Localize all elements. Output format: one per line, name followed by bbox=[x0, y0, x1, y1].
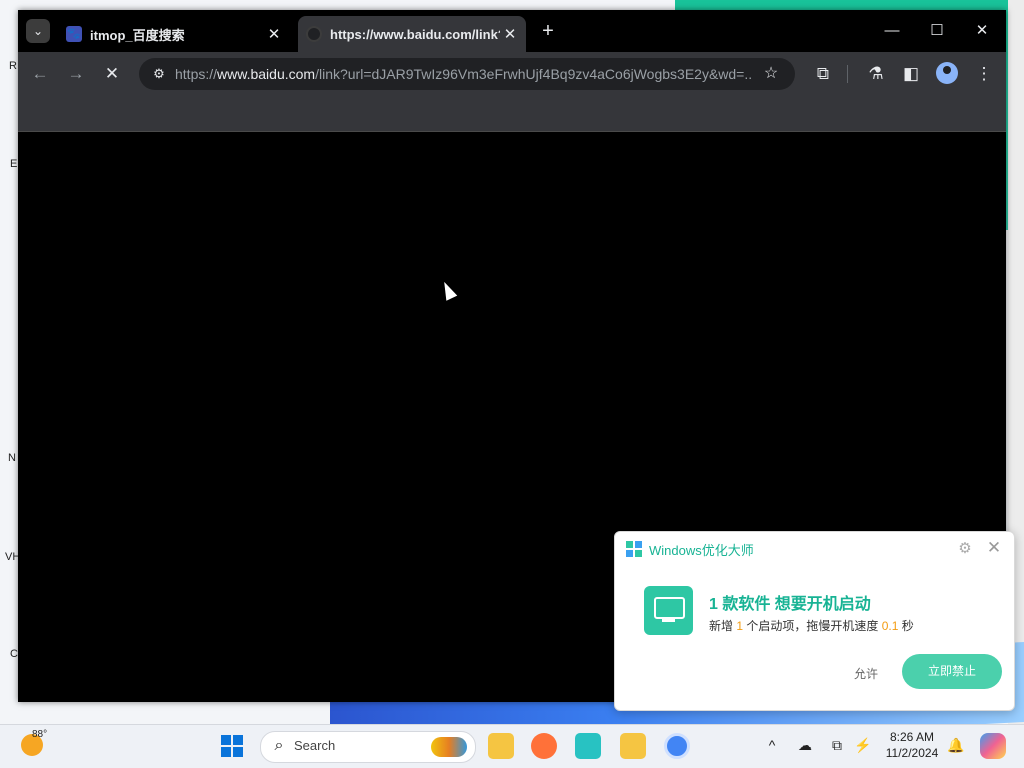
profile-avatar-icon[interactable] bbox=[936, 62, 958, 84]
clock-date: 11/2/2024 bbox=[885, 746, 939, 760]
tab-strip: ⌄ 🐾 itmop_百度搜索 ✕ https://www.baidu.com/l… bbox=[18, 10, 1006, 52]
taskbar-search[interactable]: ⌕ Search bbox=[260, 731, 476, 763]
taskbar: 88° ⌕ Search ^ ☁ ⧉ ⚡ 8:26 AM 11/2/2024 🔔 bbox=[0, 724, 1024, 768]
tab-search-dropdown[interactable]: ⌄ bbox=[26, 19, 50, 43]
tab-close-icon[interactable]: ✕ bbox=[264, 25, 284, 43]
minimize-button[interactable]: — bbox=[872, 18, 912, 44]
popup-description: 新增 1 个启动项，拖慢开机速度 0.1 秒 bbox=[709, 617, 914, 634]
start-button[interactable] bbox=[221, 735, 243, 757]
startup-delay: 0.1 bbox=[881, 619, 899, 633]
desktop-icon-label[interactable]: N bbox=[8, 452, 16, 464]
popup-close-icon[interactable]: ✕ bbox=[984, 538, 1004, 558]
onedrive-offline-icon[interactable]: ☁ bbox=[795, 735, 815, 755]
desc-text: 秒 bbox=[898, 619, 914, 633]
network-icon[interactable]: ⚡ bbox=[853, 735, 873, 755]
back-button[interactable]: ← bbox=[28, 62, 52, 86]
browser-menu-icon[interactable]: ⋮ bbox=[972, 62, 996, 86]
desc-text: 新增 bbox=[709, 619, 737, 633]
browser-toolbar: ← → ✕ ⚙ https://www.baidu.com/link?url=d… bbox=[18, 52, 1006, 96]
toolbar-divider bbox=[847, 65, 848, 83]
clock[interactable]: 8:26 AM 11/2/2024 bbox=[882, 729, 942, 761]
notification-bell-icon[interactable]: 🔔 bbox=[946, 735, 966, 755]
popup-title: Windows优化大师 bbox=[649, 543, 754, 558]
desktop-icon-label[interactable]: C bbox=[10, 648, 18, 660]
site-info-icon[interactable]: ⚙ bbox=[147, 62, 171, 86]
store-bag-icon[interactable] bbox=[575, 733, 601, 759]
maximize-button[interactable]: ☐ bbox=[917, 18, 957, 44]
loading-spinner-icon bbox=[306, 26, 322, 42]
search-label: Search bbox=[294, 738, 336, 753]
forward-button[interactable]: → bbox=[64, 62, 88, 86]
block-now-button[interactable]: 立即禁止 bbox=[902, 654, 1002, 689]
labs-icon[interactable]: ⚗ bbox=[864, 62, 888, 86]
desktop-icon-label[interactable]: R bbox=[9, 60, 17, 72]
tab-title: itmop_百度搜索 bbox=[90, 27, 185, 43]
windows-optimizer-logo-icon bbox=[626, 541, 642, 557]
stop-loading-button[interactable]: ✕ bbox=[100, 62, 124, 86]
startup-notification-popup: Windows优化大师 ⚙ ✕ 1 款软件 想要开机启动 新增 1 个启动项，拖… bbox=[614, 531, 1015, 711]
chrome-icon[interactable] bbox=[664, 733, 690, 759]
tab-close-icon[interactable]: ✕ bbox=[500, 25, 520, 43]
url-path: /link?url=dJAR9TwIz96Vm3eFrwhUjf4Bq9zv4a… bbox=[315, 66, 753, 82]
url-host: www.baidu.com bbox=[217, 66, 316, 82]
desktop-icon-label[interactable]: E bbox=[10, 158, 17, 170]
tab-itmop-search[interactable]: 🐾 itmop_百度搜索 ✕ bbox=[58, 16, 290, 52]
firefox-icon[interactable] bbox=[531, 733, 557, 759]
desc-text: 个启动项，拖慢开机速度 bbox=[743, 619, 882, 633]
tab-baidu-link[interactable]: https://www.baidu.com/link?url=dJAR9 ✕ bbox=[298, 16, 526, 52]
settings-gear-icon[interactable]: ⚙ bbox=[955, 539, 975, 559]
notepad-icon[interactable] bbox=[620, 733, 646, 759]
copilot-icon[interactable] bbox=[980, 733, 1006, 759]
side-panel-icon[interactable]: ◧ bbox=[899, 62, 923, 86]
extensions-icon[interactable]: ⧉ bbox=[811, 62, 835, 86]
display-icon[interactable]: ⧉ bbox=[827, 735, 847, 755]
close-window-button[interactable]: ✕ bbox=[962, 18, 1002, 44]
file-explorer-icon[interactable] bbox=[488, 733, 514, 759]
bookmark-star-icon[interactable]: ☆ bbox=[759, 62, 783, 86]
popup-headline: 1 款软件 想要开机启动 bbox=[709, 596, 871, 613]
new-tab-button[interactable]: + bbox=[536, 20, 560, 44]
search-highlight-icon bbox=[431, 737, 467, 757]
bookmarks-bar bbox=[18, 96, 1006, 132]
search-icon: ⌕ bbox=[274, 737, 284, 754]
tab-title: https://www.baidu.com/link?url=dJAR9 bbox=[330, 26, 500, 42]
address-bar[interactable]: ⚙ https://www.baidu.com/link?url=dJAR9Tw… bbox=[139, 58, 795, 90]
baidu-paw-icon: 🐾 bbox=[66, 26, 82, 42]
weather-temperature: 88° bbox=[32, 729, 48, 740]
url-text[interactable]: https://www.baidu.com/link?url=dJAR9TwIz… bbox=[175, 58, 753, 90]
allow-button[interactable]: 允许 bbox=[854, 665, 878, 682]
monitor-icon bbox=[644, 586, 693, 635]
clock-time: 8:26 AM bbox=[889, 730, 935, 744]
tray-overflow-chevron-icon[interactable]: ^ bbox=[762, 735, 782, 755]
url-scheme: https:// bbox=[175, 66, 218, 82]
